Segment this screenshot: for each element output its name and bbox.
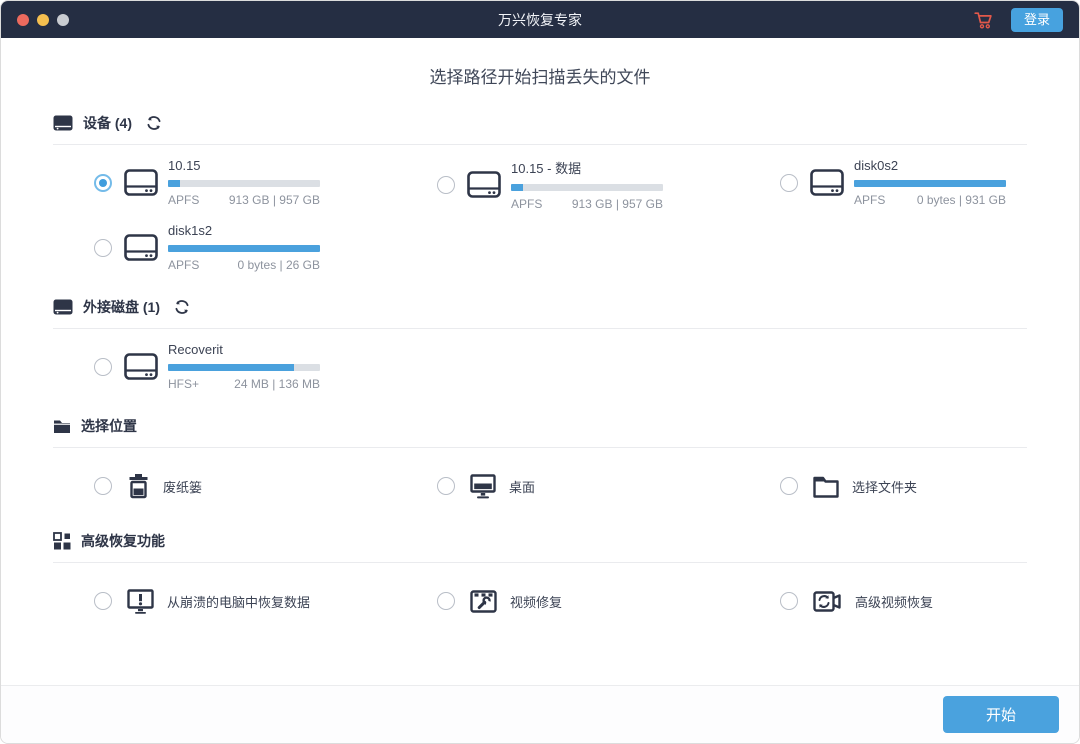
advanced-recovery-section: 高级恢复功能 从崩溃的电脑中恢复数据 [53, 531, 1027, 621]
size-label: 913 GB | 957 GB [572, 197, 663, 211]
device-item-disk-10-15-data[interactable]: 10.15 - 数据 APFS 913 GB | 957 GB [437, 158, 739, 211]
advanced-item-crashed-computer[interactable]: 从崩溃的电脑中恢复数据 [94, 581, 396, 621]
device-name: 10.15 [168, 158, 320, 173]
radio-button[interactable] [780, 477, 798, 495]
capacity-bar [511, 184, 663, 191]
main-content: 选择路径开始扫描丢失的文件 设备 (4) [1, 38, 1079, 685]
device-meta: APFS 913 GB | 957 GB [168, 193, 320, 207]
device-name: disk1s2 [168, 223, 320, 238]
device-name: Recoverit [168, 342, 320, 357]
external-disks-section-label: 外接磁盘 (1) [83, 297, 160, 317]
page-title: 选择路径开始扫描丢失的文件 [53, 63, 1027, 88]
devices-section-label: 设备 (4) [83, 113, 132, 133]
device-meta: APFS 0 bytes | 931 GB [854, 193, 1006, 207]
radio-button[interactable] [94, 239, 112, 257]
device-name: 10.15 - 数据 [511, 158, 663, 177]
shopping-cart-icon[interactable] [973, 10, 993, 30]
device-meta: APFS 913 GB | 957 GB [511, 197, 663, 211]
video-repair-icon [470, 590, 497, 613]
location-item-desktop[interactable]: 桌面 [437, 466, 739, 506]
location-label: 选择文件夹 [852, 477, 917, 496]
drive-icon [124, 169, 158, 196]
location-label: 废纸篓 [163, 477, 202, 496]
radio-button[interactable] [437, 176, 455, 194]
crashed-computer-icon [127, 589, 154, 614]
login-button[interactable]: 登录 [1011, 8, 1063, 32]
drive-icon [467, 171, 501, 198]
radio-button[interactable] [437, 477, 455, 495]
location-label: 桌面 [509, 477, 535, 496]
device-name: disk0s2 [854, 158, 1006, 173]
divider [53, 328, 1027, 329]
filesystem-label: APFS [511, 197, 542, 211]
device-item-recoverit[interactable]: Recoverit HFS+ 24 MB | 136 MB [94, 342, 396, 391]
external-disks-grid: Recoverit HFS+ 24 MB | 136 MB [53, 342, 1027, 391]
footer-bar: 开始 [1, 685, 1079, 743]
size-label: 24 MB | 136 MB [234, 377, 320, 391]
radio-button[interactable] [94, 174, 112, 192]
advanced-label: 视频修复 [510, 592, 562, 611]
advanced-label: 高级视频恢复 [855, 592, 933, 611]
drive-icon [810, 169, 844, 196]
titlebar: 万兴恢复专家 登录 [1, 1, 1079, 38]
radio-button[interactable] [94, 358, 112, 376]
divider [53, 144, 1027, 145]
select-location-section: 选择位置 废纸篓 [53, 416, 1027, 506]
radio-button[interactable] [437, 592, 455, 610]
window-title: 万兴恢复专家 [1, 10, 1079, 30]
trash-icon [127, 473, 150, 499]
filesystem-label: APFS [854, 193, 885, 207]
filesystem-label: APFS [168, 193, 199, 207]
desktop-icon [470, 474, 496, 499]
advanced-video-recovery-icon [813, 589, 842, 614]
advanced-item-video-repair[interactable]: 视频修复 [437, 581, 739, 621]
advanced-label: 从崩溃的电脑中恢复数据 [167, 592, 310, 611]
drive-icon [124, 353, 158, 380]
refresh-devices-icon[interactable] [146, 115, 162, 131]
device-meta: HFS+ 24 MB | 136 MB [168, 377, 320, 391]
devices-section: 设备 (4) [53, 113, 1027, 272]
location-item-select-folder[interactable]: 选择文件夹 [780, 466, 1027, 506]
advanced-item-advanced-video-recovery[interactable]: 高级视频恢复 [780, 581, 1027, 621]
divider [53, 447, 1027, 448]
radio-button[interactable] [780, 174, 798, 192]
select-location-section-label: 选择位置 [81, 416, 137, 436]
advanced-grid: 从崩溃的电脑中恢复数据 视频修复 [53, 581, 1027, 621]
radio-button[interactable] [94, 592, 112, 610]
folder-icon [813, 475, 839, 498]
drive-icon [124, 234, 158, 261]
device-item-disk-10-15[interactable]: 10.15 APFS 913 GB | 957 GB [94, 158, 396, 207]
app-window: 万兴恢复专家 登录 选择路径开始扫描丢失的文件 [0, 0, 1080, 744]
devices-grid: 10.15 APFS 913 GB | 957 GB [53, 158, 1027, 272]
divider [53, 562, 1027, 563]
location-item-trash[interactable]: 废纸篓 [94, 466, 396, 506]
advanced-recovery-section-label: 高级恢复功能 [81, 531, 165, 551]
device-item-disk1s2[interactable]: disk1s2 APFS 0 bytes | 26 GB [94, 223, 396, 272]
device-meta: APFS 0 bytes | 26 GB [168, 258, 320, 272]
capacity-bar [168, 180, 320, 187]
size-label: 913 GB | 957 GB [229, 193, 320, 207]
capacity-bar [168, 364, 320, 371]
capacity-bar [854, 180, 1006, 187]
filesystem-label: HFS+ [168, 377, 199, 391]
folder-filled-icon [53, 418, 71, 434]
external-disks-section: 外接磁盘 (1) [53, 297, 1027, 391]
capacity-bar [168, 245, 320, 252]
refresh-external-disks-icon[interactable] [174, 299, 190, 315]
size-label: 0 bytes | 931 GB [917, 193, 1006, 207]
device-item-disk0s2[interactable]: disk0s2 APFS 0 bytes | 931 GB [780, 158, 1027, 207]
locations-grid: 废纸篓 桌面 [53, 466, 1027, 506]
radio-button[interactable] [94, 477, 112, 495]
filesystem-label: APFS [168, 258, 199, 272]
start-scan-button[interactable]: 开始 [943, 696, 1059, 733]
grid-icon [53, 532, 71, 550]
hard-drive-icon [53, 115, 73, 131]
radio-button[interactable] [780, 592, 798, 610]
size-label: 0 bytes | 26 GB [238, 258, 321, 272]
hard-drive-icon [53, 299, 73, 315]
